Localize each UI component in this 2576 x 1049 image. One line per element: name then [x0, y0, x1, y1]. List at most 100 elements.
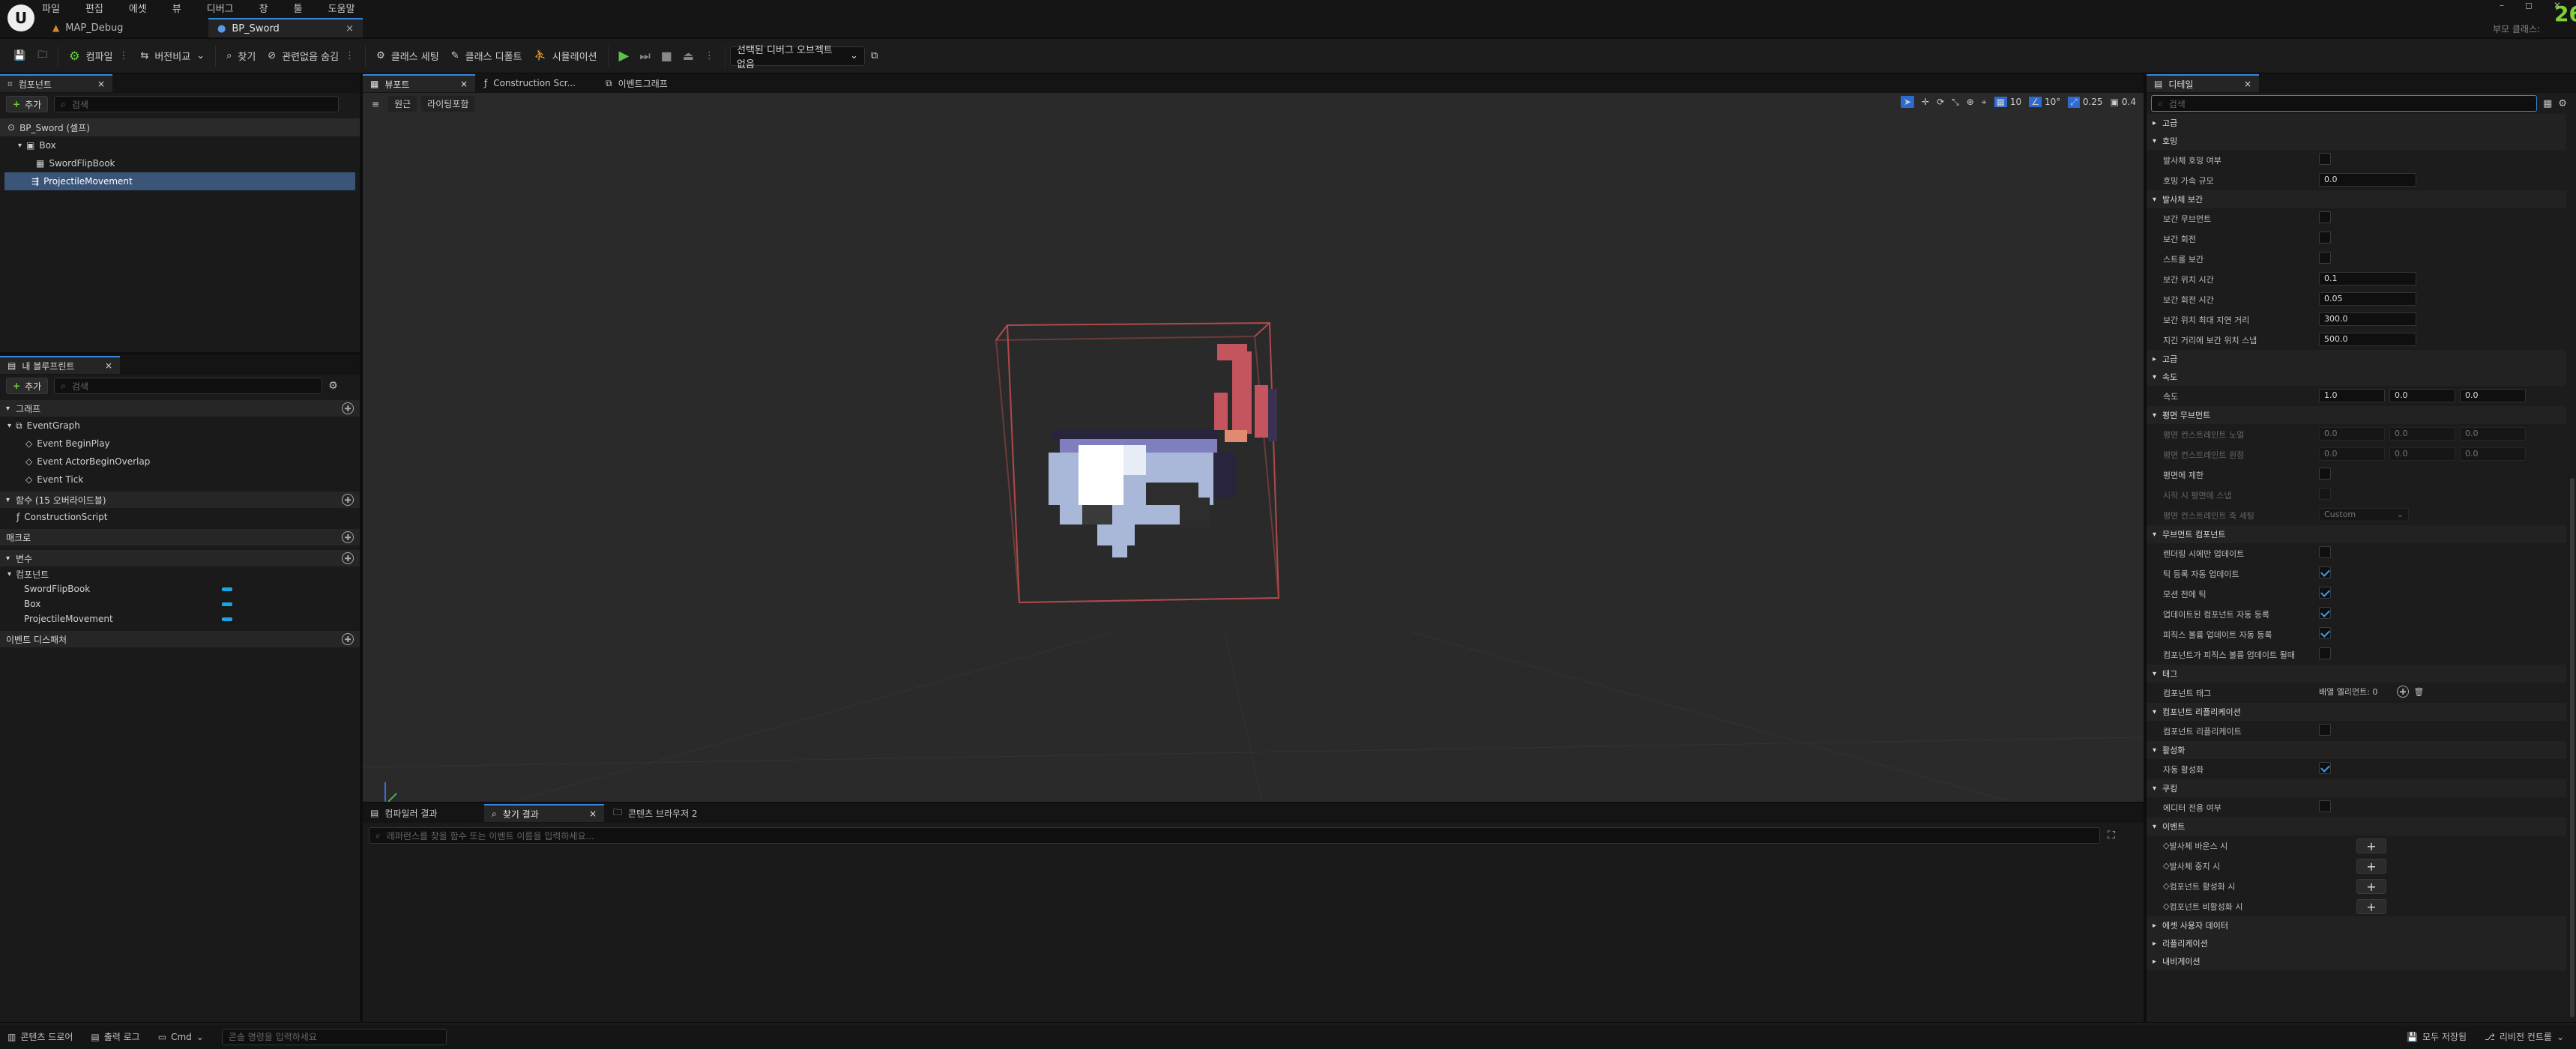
details-category[interactable]: ▾ 쿠킹	[2147, 779, 2566, 797]
gear-icon[interactable]: ⚙	[328, 380, 338, 392]
tab-compiler-results[interactable]: ▤ 컴파일러 결과	[363, 804, 483, 822]
expand-arrow-icon[interactable]: ▾	[18, 142, 22, 150]
save-button[interactable]: 💾	[7, 44, 31, 68]
details-category[interactable]: ▾ 호밍	[2147, 132, 2566, 150]
maximize-icon[interactable]: ◻	[2525, 0, 2533, 10]
add-variable-icon[interactable]	[342, 552, 354, 564]
expand-arrow-icon[interactable]: ▾	[7, 422, 11, 430]
property-number-input[interactable]: 500.0	[2319, 333, 2416, 346]
tab-find-results[interactable]: ⌕ 찾기 결과 ×	[484, 804, 604, 822]
macros-section-header[interactable]: 매크로	[0, 529, 360, 545]
close-icon[interactable]: ×	[589, 808, 597, 819]
tab-components[interactable]: ⌗ 컴포넌트 ×	[0, 74, 112, 92]
property-number-input[interactable]: 0.0	[2460, 447, 2526, 461]
details-category[interactable]: ▾ 활성화	[2147, 741, 2566, 759]
simulation-button[interactable]: ⛹ 시뮬레이션	[528, 44, 603, 68]
property-checkbox[interactable]	[2319, 211, 2331, 223]
details-category[interactable]: ▾ 발사체 보간	[2147, 190, 2566, 208]
details-search-input[interactable]: ⌕ 검색	[2151, 95, 2537, 112]
event-graph-item[interactable]: ▾ ⧉ EventGraph	[0, 417, 360, 435]
property-number-input[interactable]: 0.0	[2460, 389, 2526, 402]
construction-script-item[interactable]: ƒ ConstructionScript	[0, 508, 360, 526]
details-category[interactable]: ▸ 내비게이션	[2147, 952, 2566, 970]
console-command-input[interactable]: 콘솔 명령을 입력하세요	[221, 1028, 447, 1045]
menu-item[interactable]: 편집	[85, 1, 103, 15]
property-checkbox[interactable]	[2319, 232, 2331, 244]
details-category[interactable]: ▸ 리플리케이션	[2147, 934, 2566, 952]
add-element-icon[interactable]	[2397, 686, 2410, 698]
gear-icon[interactable]: ⚙	[2558, 98, 2567, 109]
tab-map-debug[interactable]: ▲ MAP_Debug	[43, 18, 208, 37]
add-member-button[interactable]: + 추가	[6, 378, 49, 394]
menu-item[interactable]: 창	[259, 1, 268, 15]
variables-section-header[interactable]: ▾ 변수	[0, 550, 360, 566]
blueprint-search-input[interactable]: ⌕ 검색	[54, 378, 323, 394]
add-macro-icon[interactable]	[342, 531, 354, 543]
variable-item[interactable]: SwordFlipBook	[0, 581, 240, 596]
component-self[interactable]: ⊙ BP_Sword (셀프)	[0, 118, 360, 136]
menu-item[interactable]: 디버그	[207, 1, 234, 15]
property-number-input[interactable]: 0.0	[2389, 389, 2455, 402]
binoculars-icon[interactable]: ⛶	[2108, 829, 2115, 841]
property-checkbox[interactable]	[2319, 627, 2331, 639]
grid-view-icon[interactable]: ▦	[2543, 98, 2552, 109]
trash-icon[interactable]: 🗑	[2413, 687, 2424, 697]
details-category[interactable]: ▸ 고급	[2147, 350, 2566, 368]
class-defaults-button[interactable]: ✎ 클래스 디폴트	[445, 44, 528, 68]
property-number-input[interactable]: 0.05	[2319, 292, 2416, 306]
tab-my-blueprint[interactable]: ▤ 내 블루프린트 ×	[0, 356, 120, 374]
dispatchers-section-header[interactable]: 이벤트 디스패처	[0, 631, 360, 647]
event-item[interactable]: ◇ Event ActorBeginOverlap	[0, 453, 360, 471]
menu-item[interactable]: 파일	[42, 1, 60, 15]
property-number-input[interactable]: 0.1	[2319, 272, 2416, 285]
component-projectile-movement[interactable]: ⇶ ProjectileMovement	[4, 172, 355, 190]
debug-filter-button[interactable]: ⧉	[865, 44, 884, 68]
details-category[interactable]: ▾ 속도	[2147, 368, 2566, 386]
revision-control-button[interactable]: ⎇ 리비전 컨트롤 ⌄	[2485, 1030, 2564, 1043]
hide-unrelated-button[interactable]: ⊘ 관련없음 숨김 ⋮	[262, 44, 361, 68]
property-number-input[interactable]: 0.0	[2319, 447, 2385, 461]
tab-content-browser-2[interactable]: 🗀 콘텐츠 브라우저 2	[606, 804, 726, 822]
property-checkbox[interactable]	[2319, 566, 2331, 578]
more-icon[interactable]: ⋮	[705, 50, 714, 61]
details-category[interactable]: ▾ 평면 무브먼트	[2147, 406, 2566, 424]
class-settings-button[interactable]: ⚙ 클래스 세팅	[370, 44, 445, 68]
step-icon[interactable]: ⏭	[639, 49, 650, 64]
stop-icon[interactable]: ■	[661, 49, 672, 63]
details-category[interactable]: ▸ 에셋 사용자 데이터	[2147, 916, 2566, 934]
save-all-status[interactable]: 💾 모두 저장됨	[2407, 1030, 2467, 1043]
menu-item[interactable]: 에셋	[129, 1, 147, 15]
property-number-input[interactable]: 0.0	[2460, 427, 2526, 441]
property-select[interactable]: Custom ⌄	[2319, 508, 2409, 522]
more-icon[interactable]: ⋮	[345, 50, 355, 61]
details-scrollbar[interactable]	[2570, 478, 2575, 1018]
add-dispatcher-icon[interactable]	[342, 633, 354, 645]
variables-group[interactable]: ▾ 컴포넌트	[0, 566, 360, 581]
event-item[interactable]: ◇ Event Tick	[0, 471, 360, 489]
diff-button[interactable]: ⇆ 버전비교 ⌄	[134, 44, 211, 68]
menu-item[interactable]: 툴	[294, 1, 303, 15]
component-flipbook[interactable]: ▦ SwordFlipBook	[0, 154, 360, 172]
component-box[interactable]: ▾ ▣ Box	[0, 136, 360, 154]
play-icon[interactable]: ▶	[619, 48, 630, 64]
property-checkbox[interactable]	[2319, 724, 2331, 736]
property-checkbox[interactable]	[2319, 468, 2331, 480]
close-icon[interactable]: ×	[97, 79, 105, 89]
property-number-input[interactable]: 0.0	[2389, 427, 2455, 441]
browse-button[interactable]: 🗀	[31, 44, 53, 68]
details-category[interactable]: ▾ 태그	[2147, 665, 2566, 683]
property-number-input[interactable]: 0.0	[2319, 173, 2416, 187]
tab-details[interactable]: ▤ 디테일 ×	[2147, 74, 2259, 92]
debug-object-select[interactable]: 선택된 디버그 오브젝트 없음 ⌄	[730, 45, 866, 70]
property-checkbox[interactable]	[2319, 607, 2331, 619]
components-search-input[interactable]: ⌕ 검색	[54, 96, 340, 112]
property-number-input[interactable]: 1.0	[2319, 389, 2385, 402]
property-checkbox[interactable]	[2319, 153, 2331, 165]
add-event-button[interactable]: +	[2356, 838, 2386, 853]
details-category[interactable]: ▾ 이벤트	[2147, 817, 2566, 835]
details-category[interactable]: ▾ 컴포넌트 리플리케이션	[2147, 703, 2566, 721]
property-number-input[interactable]: 300.0	[2319, 312, 2416, 326]
menu-item[interactable]: 도움말	[328, 1, 355, 15]
add-event-button[interactable]: +	[2356, 899, 2386, 914]
property-number-input[interactable]: 0.0	[2319, 427, 2385, 441]
